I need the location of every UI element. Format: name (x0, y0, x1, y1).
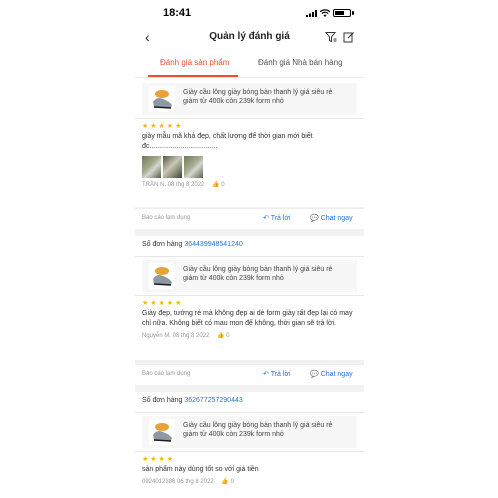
chat-label: Chat ngay (320, 215, 353, 222)
report-abuse-link[interactable]: Báo cáo lạm dụng (142, 371, 190, 377)
chat-label: Chat ngay (320, 371, 353, 378)
order-number[interactable]: 362677257290443 (184, 397, 242, 404)
filter-icon[interactable] (325, 31, 337, 43)
rating-stars: ★★★★ (142, 456, 176, 463)
rating-stars: ★★★★★ (142, 123, 184, 130)
review-comment: giày mẫu mã khá đẹp, chất lượng để thời … (142, 133, 313, 150)
order-label: Số đơn hàng (142, 397, 183, 404)
review-tabs: Đánh giá sản phẩm Đánh giá Nhà bán hàng (135, 49, 364, 78)
review-photo[interactable] (184, 156, 203, 178)
edit-note-icon[interactable] (343, 31, 355, 43)
shoe-icon (153, 423, 172, 442)
divider (135, 256, 364, 257)
order-label: Số đơn hàng (142, 241, 183, 248)
thumbs-up-icon[interactable]: 👍 (217, 333, 224, 339)
thumbs-up-icon[interactable]: 👍 (212, 182, 219, 188)
review-actions: Báo cáo lạm dụng ↶ Trả lời 💬 Chat ngay (135, 208, 364, 229)
review-meta: Nguyễn M. 08 thg 8 2022 👍 0 (142, 332, 357, 341)
review-author-date: Nguyễn M. 08 thg 8 2022 (142, 333, 210, 339)
rating-stars: ★★★★★ (142, 300, 184, 307)
review-photos (142, 156, 357, 178)
nav-bar: ‹ Quản lý đánh giá (135, 27, 364, 49)
signal-icon (306, 10, 317, 17)
active-tab-indicator (148, 75, 238, 77)
status-time: 18:41 (163, 7, 192, 19)
reply-button[interactable]: ↶ Trả lời (263, 370, 291, 378)
product-thumbnail (149, 86, 175, 112)
shoe-icon (153, 90, 172, 109)
reply-button[interactable]: ↶ Trả lời (263, 214, 291, 222)
product-name: Giày cầu lông giày bóng bàn thanh lý giá… (183, 422, 333, 438)
product-thumbnail (149, 263, 175, 289)
report-abuse-link[interactable]: Báo cáo lạm dụng (142, 215, 190, 221)
product-name: Giày cầu lông giày bóng bàn thanh lý giá… (183, 89, 333, 105)
review-meta: 0924012386 06 thg 8 2022 👍 0 (142, 478, 357, 487)
review-photo[interactable] (163, 156, 182, 178)
status-bar: 18:41 (135, 0, 364, 27)
tab-seller-reviews[interactable]: Đánh giá Nhà bán hàng (258, 58, 343, 67)
like-count: 0 (226, 333, 230, 339)
review-comment: Giày đẹp, tưởng rẻ mà không đẹp ai dè fo… (142, 310, 353, 327)
review-author-date: TRẦN N. 08 thg 8 2022 (142, 182, 205, 188)
divider (135, 412, 364, 413)
product-row[interactable]: Giày cầu lông giày bóng bàn thanh lý giá… (142, 416, 357, 448)
chat-bubble-icon: 💬 (310, 215, 321, 222)
order-number-row: Số đơn hàng 362677257290443 (142, 397, 357, 409)
divider (135, 118, 364, 119)
divider (135, 295, 364, 296)
order-number-row: Số đơn hàng 364439948541240 (142, 241, 357, 253)
tab-product-reviews[interactable]: Đánh giá sản phẩm (160, 58, 229, 67)
review-card: Số đơn hàng 362677257290443 Giày cầu lôn… (135, 392, 364, 498)
review-card: Số đơn hàng 364439948541240 Giày cầu lôn… (135, 236, 364, 360)
thumbs-up-icon[interactable]: 👍 (221, 479, 228, 485)
reply-icon: ↶ (263, 215, 271, 222)
wifi-icon (320, 9, 330, 17)
divider (135, 451, 364, 452)
product-row[interactable]: Giày cầu lông giày bóng bàn thanh lý giá… (142, 83, 357, 115)
chat-now-button[interactable]: 💬 Chat ngay (310, 214, 353, 222)
reply-label: Trả lời (270, 371, 291, 378)
like-count: 0 (230, 479, 234, 485)
shoe-icon (153, 267, 172, 286)
order-number[interactable]: 364439948541240 (184, 241, 242, 248)
chat-now-button[interactable]: 💬 Chat ngay (310, 370, 353, 378)
review-actions: Báo cáo lạm dụng ↶ Trả lời 💬 Chat ngay (135, 364, 364, 385)
like-count: 0 (221, 182, 225, 188)
phone-screen: 18:41 ‹ Quản lý đánh giá Đánh giá sản ph… (135, 0, 364, 498)
battery-icon (333, 9, 351, 17)
reply-icon: ↶ (263, 371, 271, 378)
review-meta: TRẦN N. 08 thg 8 2022 👍 0 (142, 181, 357, 190)
review-author-date: 0924012386 06 thg 8 2022 (142, 479, 214, 485)
battery-tip (352, 11, 354, 15)
product-name: Giày cầu lông giày bóng bàn thanh lý giá… (183, 266, 333, 282)
review-comment: sản phẩm này dùng tốt so với giá tiền (142, 466, 259, 473)
reply-label: Trả lời (270, 215, 291, 222)
product-thumbnail (149, 419, 175, 445)
review-card: Giày cầu lông giày bóng bàn thanh lý giá… (135, 78, 364, 207)
chat-bubble-icon: 💬 (310, 371, 321, 378)
review-photo[interactable] (142, 156, 161, 178)
product-row[interactable]: Giày cầu lông giày bóng bàn thanh lý giá… (142, 260, 357, 292)
